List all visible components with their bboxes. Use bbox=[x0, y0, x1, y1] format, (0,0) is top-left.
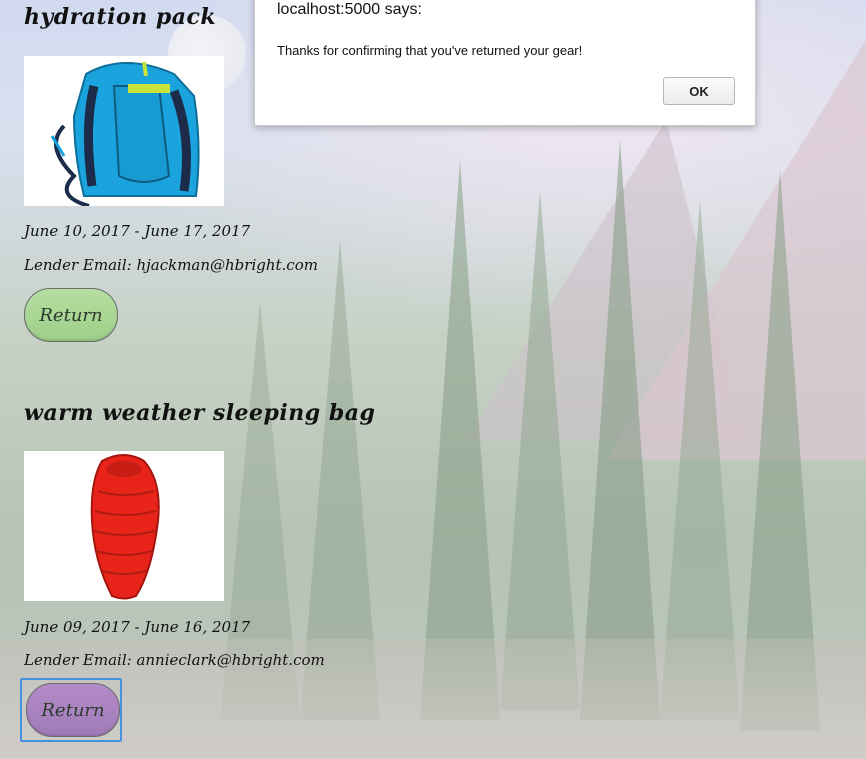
item-title: warm weather sleeping bag bbox=[24, 400, 376, 426]
hydration-pack-image bbox=[24, 56, 224, 208]
dialog-message: Thanks for confirming that you've return… bbox=[277, 43, 583, 58]
dialog-title: localhost:5000 says: bbox=[277, 1, 422, 18]
return-button[interactable]: Return bbox=[24, 288, 118, 342]
lender-email: Lender Email: annieclark@hbright.com bbox=[24, 651, 325, 669]
item-title: hydration pack bbox=[24, 4, 217, 30]
return-button[interactable]: Return bbox=[26, 683, 120, 737]
ok-button[interactable]: OK bbox=[663, 77, 735, 105]
sleeping-bag-icon bbox=[24, 451, 224, 601]
lender-email: Lender Email: hjackman@hbright.com bbox=[24, 256, 318, 274]
sleeping-bag-image bbox=[24, 451, 224, 601]
alert-dialog: localhost:5000 says: Thanks for confirmi… bbox=[254, 0, 756, 126]
rental-dates: June 09, 2017 - June 16, 2017 bbox=[24, 618, 251, 636]
rental-dates: June 10, 2017 - June 17, 2017 bbox=[24, 222, 251, 240]
backpack-icon bbox=[24, 56, 224, 208]
